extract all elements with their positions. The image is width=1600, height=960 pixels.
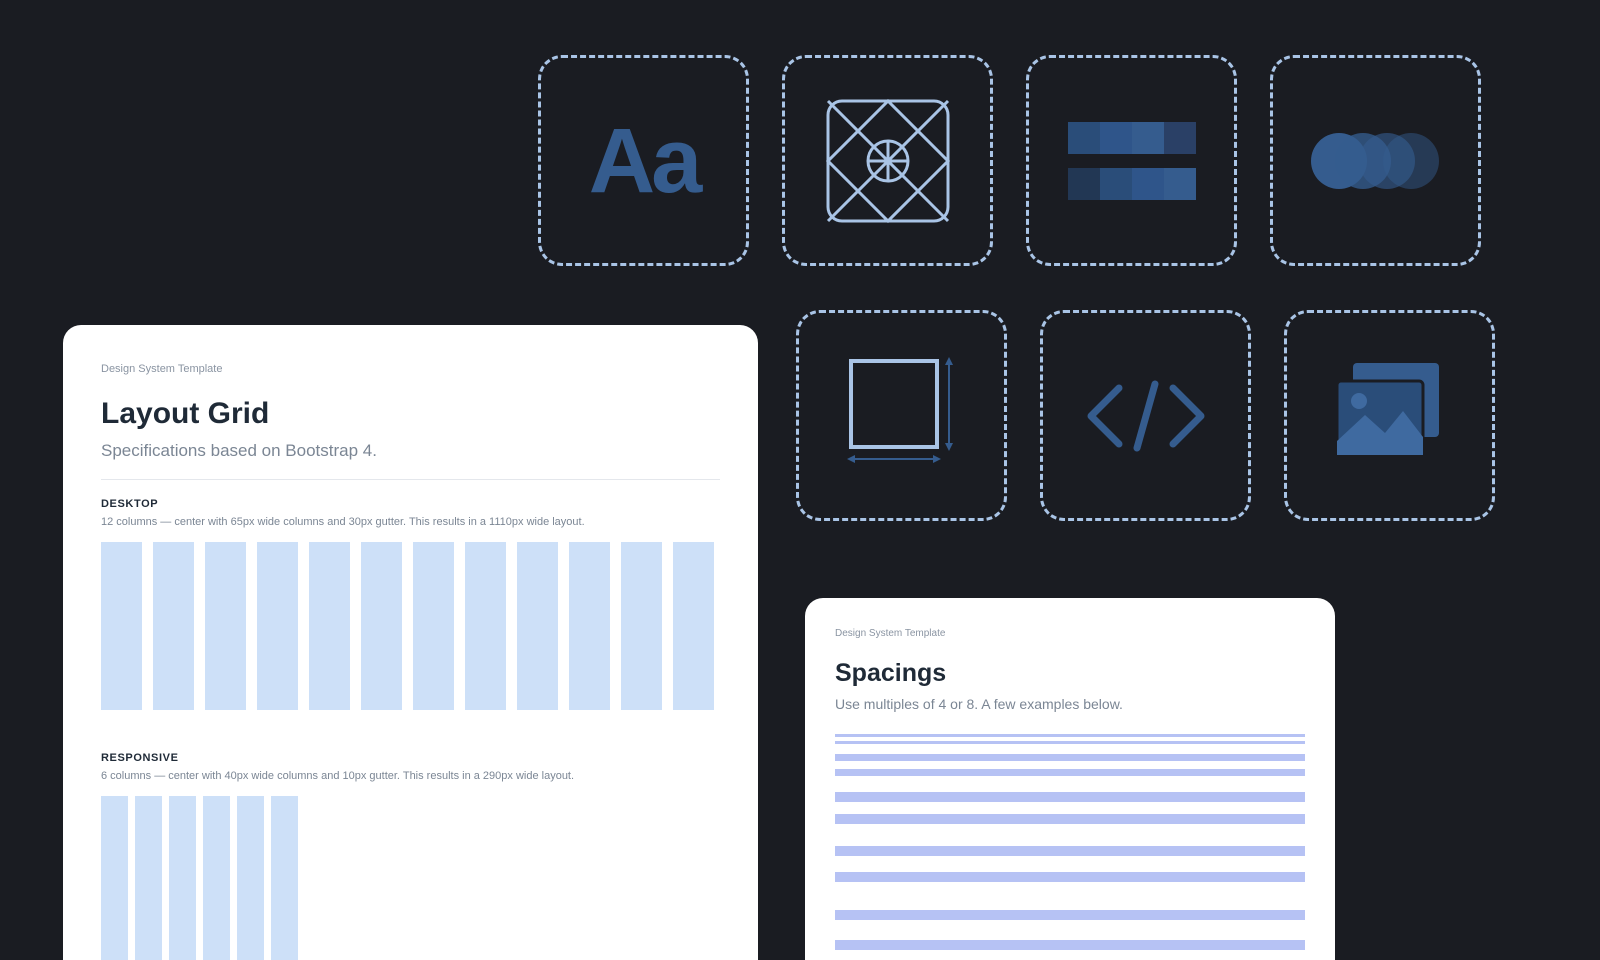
responsive-heading: RESPONSIVE [101, 752, 720, 764]
spacing-square-icon [837, 351, 967, 481]
tile-typography: Aa [538, 55, 749, 266]
typography-icon: Aa [589, 115, 699, 207]
images-stack-icon [1331, 361, 1449, 471]
responsive-columns [101, 796, 720, 960]
doc-template-label: Design System Template [835, 628, 1305, 639]
doc-template-label: Design System Template [101, 363, 720, 375]
tile-colors [1026, 55, 1237, 266]
tile-row-2 [796, 310, 1495, 521]
logo-geometric-icon [824, 97, 952, 225]
desktop-heading: DESKTOP [101, 498, 720, 510]
tile-elevation [1270, 55, 1481, 266]
spacing-bars [835, 734, 1305, 950]
responsive-desc: 6 columns — center with 40px wide column… [101, 770, 720, 782]
tile-spacing [796, 310, 1007, 521]
spacings-subtitle: Use multiples of 4 or 8. A few examples … [835, 696, 1305, 712]
divider [101, 479, 720, 480]
layout-grid-card: Design System Template Layout Grid Speci… [63, 325, 758, 960]
color-palette-icon [1068, 122, 1196, 200]
desktop-columns [101, 542, 720, 710]
elevation-dots-icon [1311, 133, 1441, 189]
desktop-desc: 12 columns — center with 65px wide colum… [101, 516, 720, 528]
spacings-title: Spacings [835, 659, 1305, 688]
code-icon [1081, 376, 1211, 456]
tile-row-1: Aa [538, 55, 1481, 266]
tile-images [1284, 310, 1495, 521]
spacings-card: Design System Template Spacings Use mult… [805, 598, 1335, 960]
tile-code [1040, 310, 1251, 521]
tile-logo [782, 55, 993, 266]
layout-grid-subtitle: Specifications based on Bootstrap 4. [101, 441, 720, 461]
layout-grid-title: Layout Grid [101, 397, 720, 431]
